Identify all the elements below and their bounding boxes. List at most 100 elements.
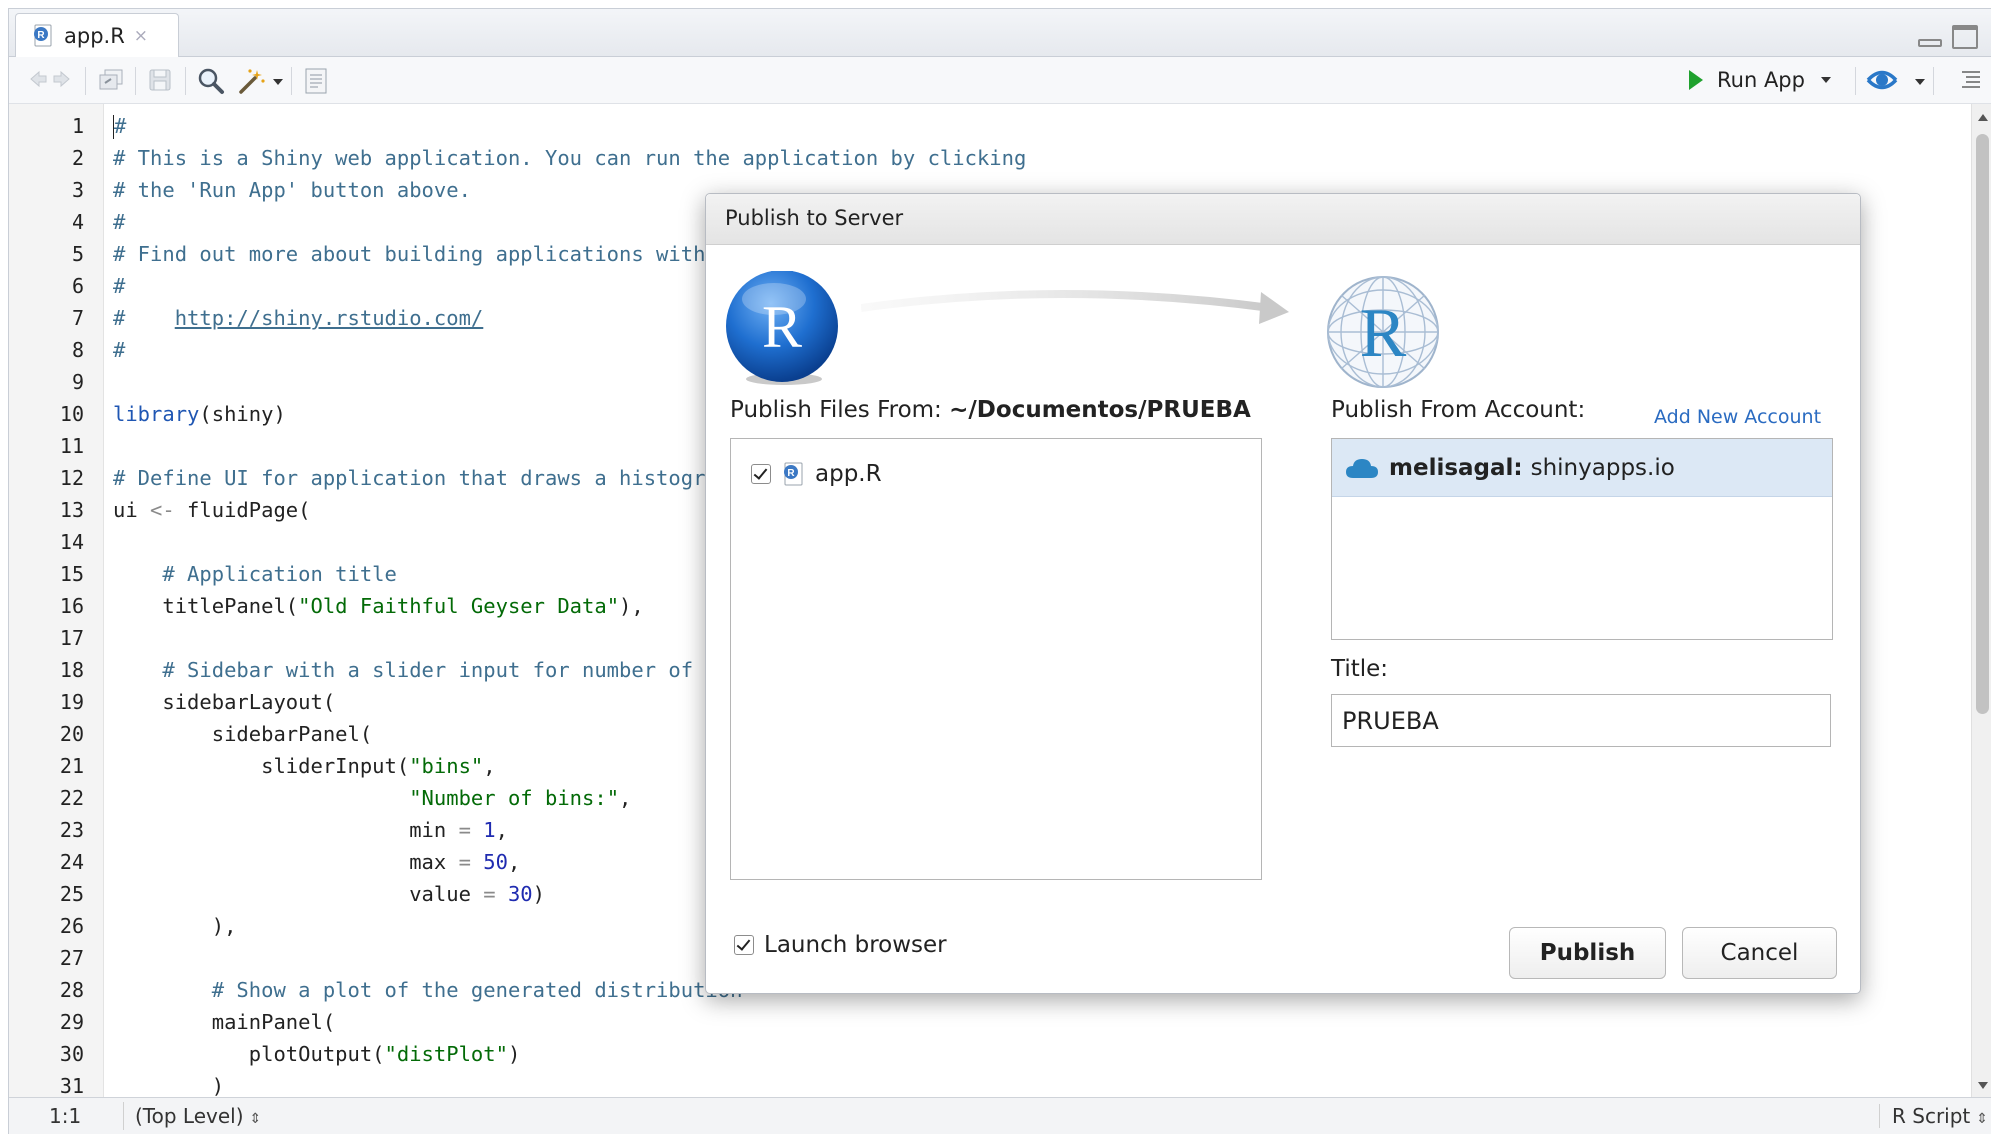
code-token: sliderInput( [113, 754, 410, 778]
minimize-pane-icon[interactable] [1918, 39, 1942, 47]
scope-selector[interactable]: (Top Level) ⇕ [135, 1104, 261, 1128]
code-token: # [113, 306, 175, 330]
code-token: # This is a Shiny web application. You c… [113, 146, 1027, 170]
scrollbar-thumb[interactable] [1976, 134, 1989, 714]
maximize-pane-icon[interactable] [1952, 25, 1978, 49]
line-number: 27 [59, 946, 84, 970]
code-token: value [113, 882, 484, 906]
search-icon[interactable] [197, 67, 225, 95]
r-file-icon: R [34, 24, 52, 46]
line-number: 20 [59, 722, 84, 746]
code-token: ), [113, 914, 237, 938]
publish-files-from-label: Publish Files From: ~/Documentos/PRUEBA [730, 397, 1251, 423]
editor-tab-bar: R app.R × [9, 9, 1991, 57]
chevron-down-icon[interactable] [273, 79, 283, 85]
forward-icon[interactable] [51, 67, 75, 91]
close-icon[interactable]: × [134, 26, 148, 46]
show-in-window-icon[interactable] [97, 67, 125, 93]
toolbar-separator [85, 67, 86, 95]
line-number: 28 [59, 978, 84, 1002]
line-number: 15 [59, 562, 84, 586]
magic-wand-icon[interactable] [237, 67, 267, 95]
scroll-up-icon[interactable] [1978, 114, 1988, 121]
code-token: ui [113, 498, 151, 522]
list-item[interactable]: R app.R [751, 461, 882, 487]
publish-button[interactable]: Publish [1509, 927, 1666, 979]
files-list: R app.R [730, 438, 1262, 880]
title-label: Title: [1331, 656, 1389, 682]
toolbar-separator [291, 67, 292, 95]
code-token: # Application title [113, 562, 397, 586]
line-number: 4 [71, 210, 84, 234]
file-checkbox[interactable] [751, 464, 771, 484]
launch-browser-checkbox[interactable] [734, 935, 754, 955]
line-number: 19 [59, 690, 84, 714]
chevron-down-icon [1820, 77, 1831, 83]
publish-files-from-text: Publish Files From: [730, 397, 942, 423]
publish-icon[interactable] [1865, 65, 1899, 95]
code-token: fluidPage( [174, 498, 311, 522]
code-token: (shiny) [199, 402, 286, 426]
code-token: , [495, 818, 508, 842]
code-link[interactable]: http://shiny.rstudio.com/ [175, 306, 484, 330]
publish-to-server-dialog: Publish to Server R R Publish Files From… [705, 193, 1861, 994]
line-number: 16 [59, 594, 84, 618]
code-token: = [458, 850, 471, 874]
line-number-gutter: 1 2 3 4 5 6 7 8 9 10 11 12 13 14 15 16 17 18 19 20 21 22 23 24 2… [9, 104, 104, 1097]
code-token: # the 'Run App' button above. [113, 178, 471, 202]
dialog-title: Publish to Server [725, 206, 904, 230]
line-number: 7 [71, 306, 84, 330]
publish-from-account-label: Publish From Account: [1331, 397, 1586, 423]
code-token: min [113, 818, 459, 842]
line-number: 13 [59, 498, 84, 522]
status-separator [123, 1102, 124, 1130]
add-new-account-link[interactable]: Add New Account [1654, 406, 1821, 428]
save-icon[interactable] [147, 67, 173, 93]
code-token: , [507, 850, 521, 874]
scroll-down-icon[interactable] [1978, 1082, 1988, 1089]
cloud-icon [1346, 458, 1378, 478]
launch-browser-option[interactable]: Launch browser [734, 932, 947, 958]
code-token: # [113, 274, 126, 298]
account-list: melisagal: shinyapps.io [1331, 438, 1833, 640]
code-token: # Show a plot of the generated distribut… [113, 978, 743, 1002]
line-number: 24 [59, 850, 84, 874]
account-item[interactable]: melisagal: shinyapps.io [1332, 439, 1832, 497]
file-name: app.R [815, 461, 882, 487]
account-server: shinyapps.io [1530, 454, 1675, 481]
editor-status-bar: 1:1 (Top Level) ⇕ R Script ⇕ [9, 1097, 1991, 1134]
code-line: # [113, 110, 1963, 142]
vertical-scrollbar[interactable] [1971, 104, 1991, 1097]
code-token: "distPlot" [384, 1042, 508, 1066]
outline-icon[interactable] [1959, 67, 1983, 91]
code-token: , [483, 754, 496, 778]
line-number: 2 [71, 146, 84, 170]
back-icon[interactable] [25, 67, 49, 91]
line-number: 8 [71, 338, 84, 362]
line-number: 31 [59, 1074, 84, 1097]
line-number: 6 [71, 274, 84, 298]
r-logo-icon: R [726, 271, 838, 385]
run-app-button[interactable]: Run App [1689, 63, 1831, 97]
tab-app-r[interactable]: R app.R × [15, 13, 179, 57]
code-token: # Define UI for application that draws a… [113, 466, 731, 490]
toolbar-separator [185, 67, 186, 95]
file-type-selector[interactable]: R Script ⇕ [1879, 1104, 1988, 1128]
editor-toolbar: Run App [9, 57, 1991, 104]
code-token: 30 [507, 882, 533, 906]
line-number: 29 [59, 1010, 84, 1034]
code-token: sidebarPanel( [113, 722, 373, 746]
code-token: # [113, 210, 126, 234]
cancel-button[interactable]: Cancel [1682, 927, 1837, 979]
code-token: <- [150, 498, 175, 522]
compile-report-icon[interactable] [303, 67, 329, 95]
code-token: = [458, 818, 471, 842]
r-globe-logo-icon: R [1327, 276, 1439, 388]
chevron-down-icon[interactable] [1915, 79, 1925, 85]
code-token: library [113, 402, 200, 426]
publish-arrow-icon [861, 290, 1289, 324]
title-input[interactable] [1331, 694, 1831, 747]
code-token: = [483, 882, 496, 906]
